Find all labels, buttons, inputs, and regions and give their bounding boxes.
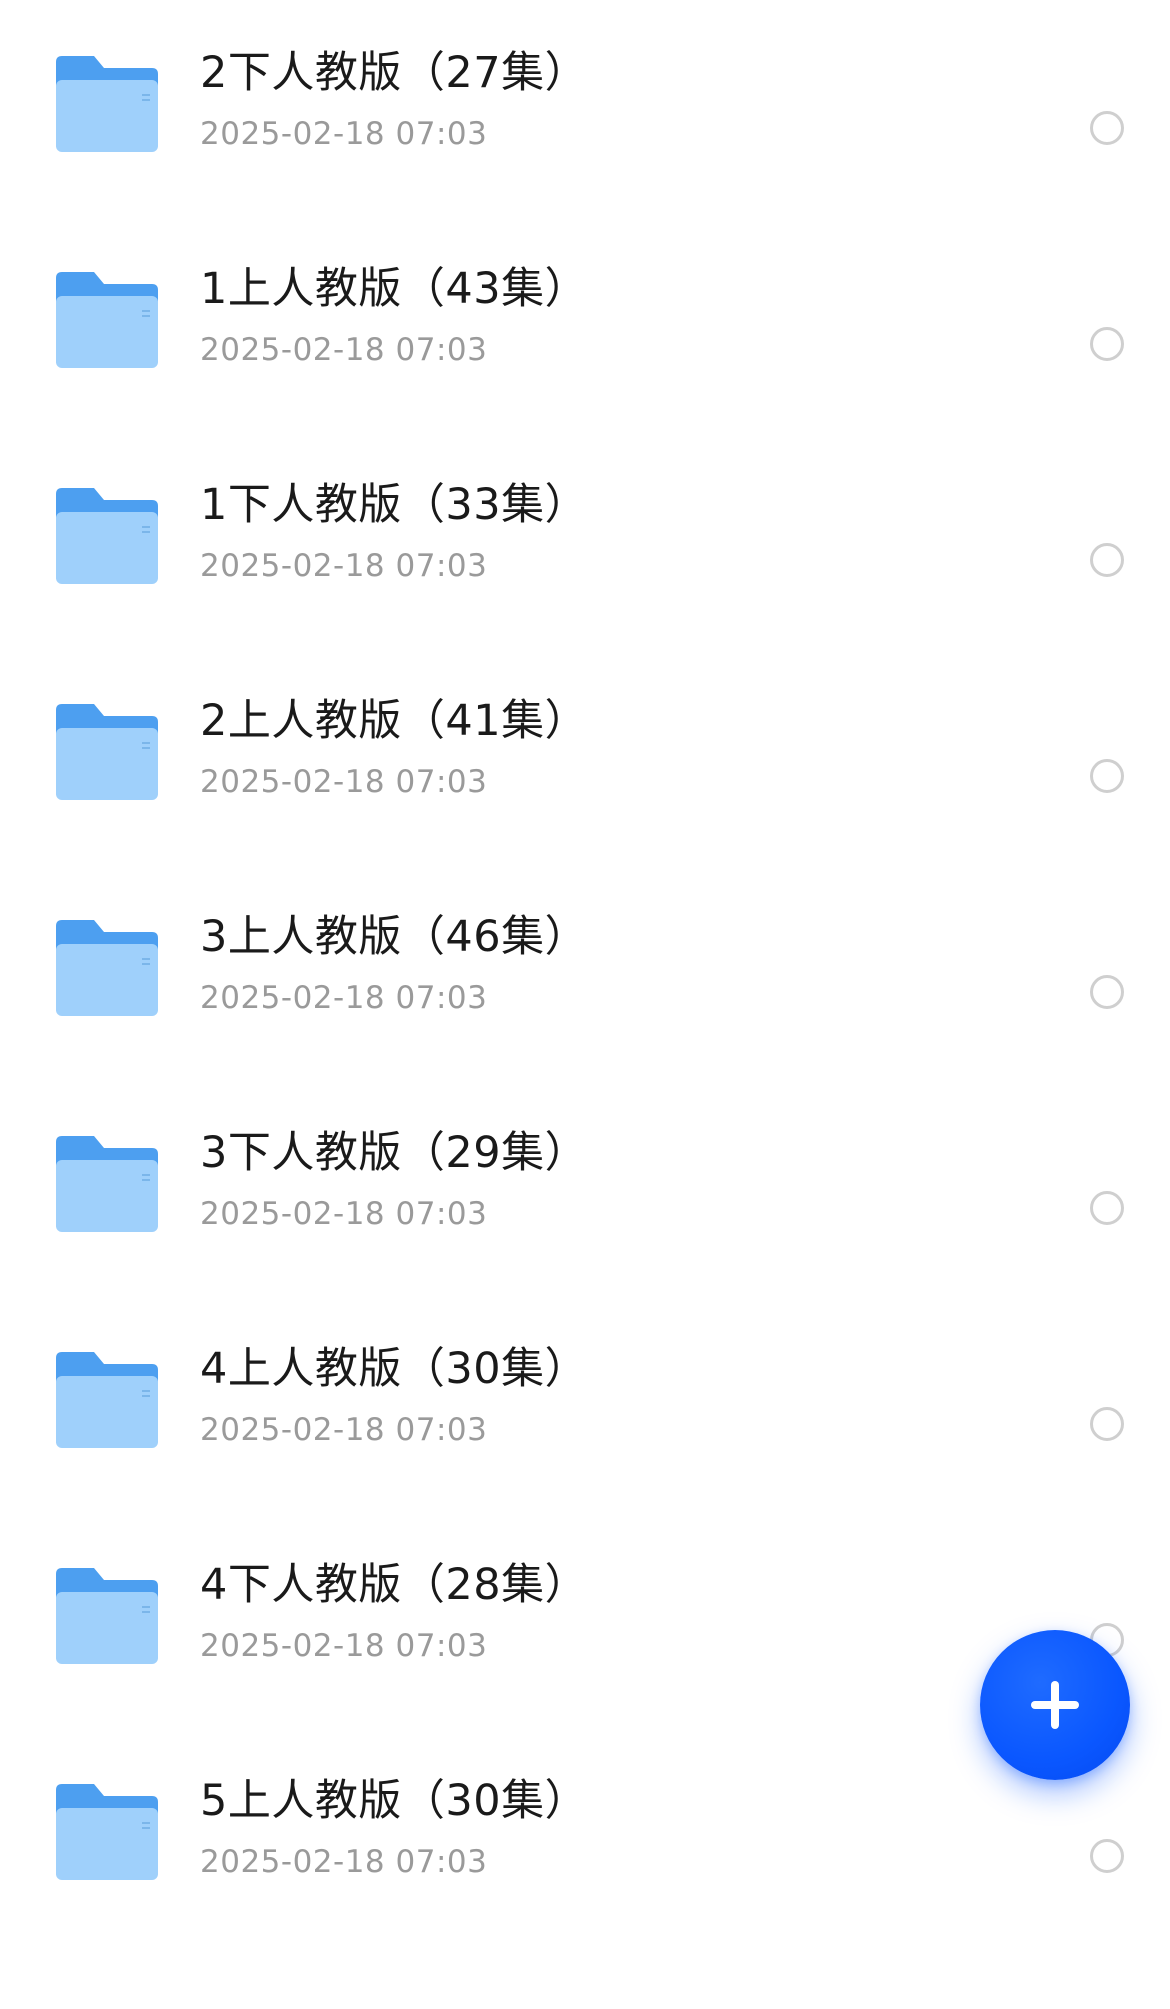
item-date: 2025-02-18 07:03	[200, 116, 488, 152]
list-item[interactable]: 1下人教版（33集） 2025-02-18 07:03	[0, 432, 1170, 648]
plus-icon	[1031, 1681, 1079, 1729]
item-title: 4上人教版（30集）	[200, 1344, 589, 1394]
folder-icon	[52, 702, 162, 802]
list-item[interactable]: 2上人教版（41集） 2025-02-18 07:03	[0, 648, 1170, 864]
folder-icon	[52, 54, 162, 154]
item-text: 1下人教版（33集） 2025-02-18 07:03	[200, 476, 1020, 586]
list-item[interactable]: 2下人教版（27集） 2025-02-18 07:03	[0, 0, 1170, 216]
folder-icon	[52, 1566, 162, 1666]
item-text: 3下人教版（29集） 2025-02-18 07:03	[200, 1124, 1020, 1234]
add-button[interactable]	[980, 1630, 1130, 1780]
folder-icon	[52, 1350, 162, 1450]
select-radio[interactable]	[1090, 975, 1124, 1009]
item-title: 3上人教版（46集）	[200, 912, 589, 962]
folder-icon	[52, 486, 162, 586]
item-date: 2025-02-18 07:03	[200, 764, 488, 800]
item-title: 1上人教版（43集）	[200, 264, 589, 314]
item-text: 1上人教版（43集） 2025-02-18 07:03	[200, 260, 1020, 370]
select-radio[interactable]	[1090, 1191, 1124, 1225]
list-item[interactable]: 3上人教版（46集） 2025-02-18 07:03	[0, 864, 1170, 1080]
select-radio[interactable]	[1090, 1839, 1124, 1873]
item-title: 3下人教版（29集）	[200, 1128, 589, 1178]
item-title: 4下人教版（28集）	[200, 1560, 589, 1610]
select-radio[interactable]	[1090, 759, 1124, 793]
item-date: 2025-02-18 07:03	[200, 1844, 488, 1880]
item-title: 5上人教版（30集）	[200, 1776, 589, 1826]
list-item[interactable]: 5上人教版（30集） 2025-02-18 07:03	[0, 1728, 1170, 1944]
folder-icon	[52, 918, 162, 1018]
item-text: 4下人教版（28集） 2025-02-18 07:03	[200, 1556, 1020, 1666]
select-radio[interactable]	[1090, 543, 1124, 577]
item-date: 2025-02-18 07:03	[200, 1628, 488, 1664]
folder-icon	[52, 270, 162, 370]
item-date: 2025-02-18 07:03	[200, 1412, 488, 1448]
item-date: 2025-02-18 07:03	[200, 332, 488, 368]
list-item[interactable]: 3下人教版（29集） 2025-02-18 07:03	[0, 1080, 1170, 1296]
item-text: 4上人教版（30集） 2025-02-18 07:03	[200, 1340, 1020, 1450]
item-title: 2上人教版（41集）	[200, 696, 589, 746]
item-date: 2025-02-18 07:03	[200, 980, 488, 1016]
item-text: 2上人教版（41集） 2025-02-18 07:03	[200, 692, 1020, 802]
list-item[interactable]: 1上人教版（43集） 2025-02-18 07:03	[0, 216, 1170, 432]
select-radio[interactable]	[1090, 1407, 1124, 1441]
item-text: 2下人教版（27集） 2025-02-18 07:03	[200, 44, 1020, 154]
select-radio[interactable]	[1090, 327, 1124, 361]
item-text: 3上人教版（46集） 2025-02-18 07:03	[200, 908, 1020, 1018]
item-title: 1下人教版（33集）	[200, 480, 589, 530]
list-item[interactable]: 4上人教版（30集） 2025-02-18 07:03	[0, 1296, 1170, 1512]
item-date: 2025-02-18 07:03	[200, 548, 488, 584]
select-radio[interactable]	[1090, 111, 1124, 145]
item-text: 5上人教版（30集） 2025-02-18 07:03	[200, 1772, 1020, 1882]
folder-icon	[52, 1134, 162, 1234]
item-date: 2025-02-18 07:03	[200, 1196, 488, 1232]
item-title: 2下人教版（27集）	[200, 48, 589, 98]
folder-icon	[52, 1782, 162, 1882]
